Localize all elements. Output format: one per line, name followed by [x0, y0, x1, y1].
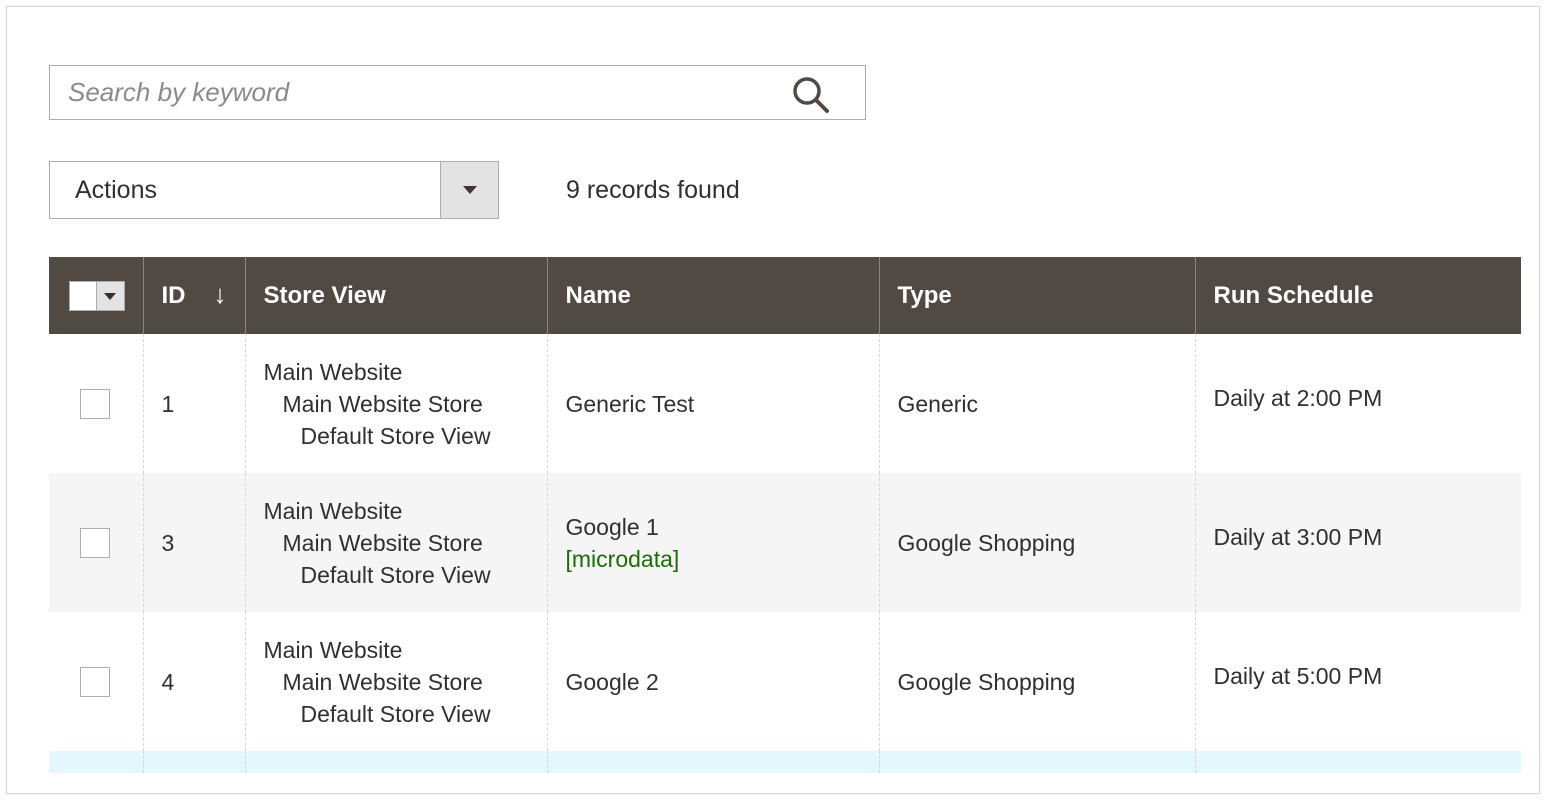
column-header-name[interactable]: Name	[546, 257, 880, 334]
column-header-type[interactable]: Type	[878, 257, 1196, 334]
grid-panel: Actions 9 records found ID	[6, 6, 1540, 794]
column-header-id-label: ID	[161, 281, 186, 309]
column-header-store-view[interactable]: Store View	[244, 257, 548, 334]
row-checkbox[interactable]	[80, 666, 110, 697]
row-checkbox[interactable]	[80, 388, 110, 419]
store-view-view: Default Store View	[300, 561, 491, 588]
store-view-view: Default Store View	[300, 700, 491, 727]
store-view-cell	[244, 751, 548, 773]
actions-dropdown[interactable]: Actions	[49, 161, 499, 219]
store-view-store: Main Website Store	[282, 668, 483, 695]
feed-name-tag: [microdata]	[565, 545, 680, 572]
feed-name: Google 1	[565, 513, 659, 540]
type-cell: Google Shopping	[878, 473, 1196, 612]
run-schedule-cell	[1194, 751, 1521, 773]
mass-select-dropdown[interactable]	[69, 280, 125, 311]
table-row[interactable]: 3 Main Website Main Website Store Defaul…	[49, 473, 1521, 612]
row-checkbox[interactable]	[80, 527, 110, 558]
feed-name: Google 2	[565, 668, 659, 695]
type-cell	[878, 751, 1196, 773]
chevron-down-icon[interactable]	[440, 162, 498, 218]
column-header-run-schedule[interactable]: Run Schedule	[1194, 257, 1521, 334]
sort-descending-icon: ↓	[213, 279, 227, 309]
store-view-website: Main Website	[263, 636, 403, 663]
mass-select-checkbox[interactable]	[70, 281, 97, 310]
id-cell: 3	[142, 473, 246, 612]
name-cell: Google 2	[546, 612, 880, 751]
store-view-view: Default Store View	[300, 422, 491, 449]
search-box	[49, 65, 866, 120]
mass-select-header	[49, 257, 144, 334]
run-schedule-text: Daily at 3:00 PM	[1213, 523, 1383, 550]
records-count: 9 records found	[566, 176, 740, 204]
search-icon[interactable]	[790, 74, 832, 116]
store-view-website: Main Website	[263, 358, 403, 385]
chevron-down-icon[interactable]	[96, 281, 124, 310]
run-schedule-cell: Daily at 3:00 PM	[1194, 473, 1521, 612]
row-select-cell	[49, 473, 144, 612]
store-view-store: Main Website Store	[282, 529, 483, 556]
run-schedule-text: Daily at 2:00 PM	[1213, 384, 1383, 411]
store-view-cell: Main Website Main Website Store Default …	[244, 473, 548, 612]
id-cell	[142, 751, 246, 773]
name-cell: Generic Test	[546, 334, 880, 473]
table-row-partial[interactable]	[49, 751, 1521, 773]
id-cell: 4	[142, 612, 246, 751]
name-cell	[546, 751, 880, 773]
row-select-cell	[49, 612, 144, 751]
name-cell: Google 1 [microdata]	[546, 473, 880, 612]
table-row[interactable]: 1 Main Website Main Website Store Defaul…	[49, 334, 1521, 473]
row-select-cell	[49, 334, 144, 473]
run-schedule-cell: Daily at 2:00 PM	[1194, 334, 1521, 473]
column-header-id[interactable]: ID ↓	[142, 257, 246, 334]
search-input[interactable]	[50, 66, 770, 119]
table-row[interactable]: 4 Main Website Main Website Store Defaul…	[49, 612, 1521, 751]
type-cell: Google Shopping	[878, 612, 1196, 751]
store-view-cell: Main Website Main Website Store Default …	[244, 334, 548, 473]
id-cell: 1	[142, 334, 246, 473]
data-grid: ID ↓ Store View Name Type Run Schedule 1…	[49, 257, 1521, 773]
store-view-store: Main Website Store	[282, 390, 483, 417]
run-schedule-text: Daily at 5:00 PM	[1213, 662, 1383, 689]
store-view-website: Main Website	[263, 497, 403, 524]
feed-name: Generic Test	[565, 390, 695, 417]
actions-label: Actions	[75, 176, 157, 204]
grid-header-row: ID ↓ Store View Name Type Run Schedule	[49, 257, 1521, 334]
row-select-cell	[49, 751, 144, 773]
run-schedule-cell: Daily at 5:00 PM	[1194, 612, 1521, 751]
type-cell: Generic	[878, 334, 1196, 473]
store-view-cell: Main Website Main Website Store Default …	[244, 612, 548, 751]
